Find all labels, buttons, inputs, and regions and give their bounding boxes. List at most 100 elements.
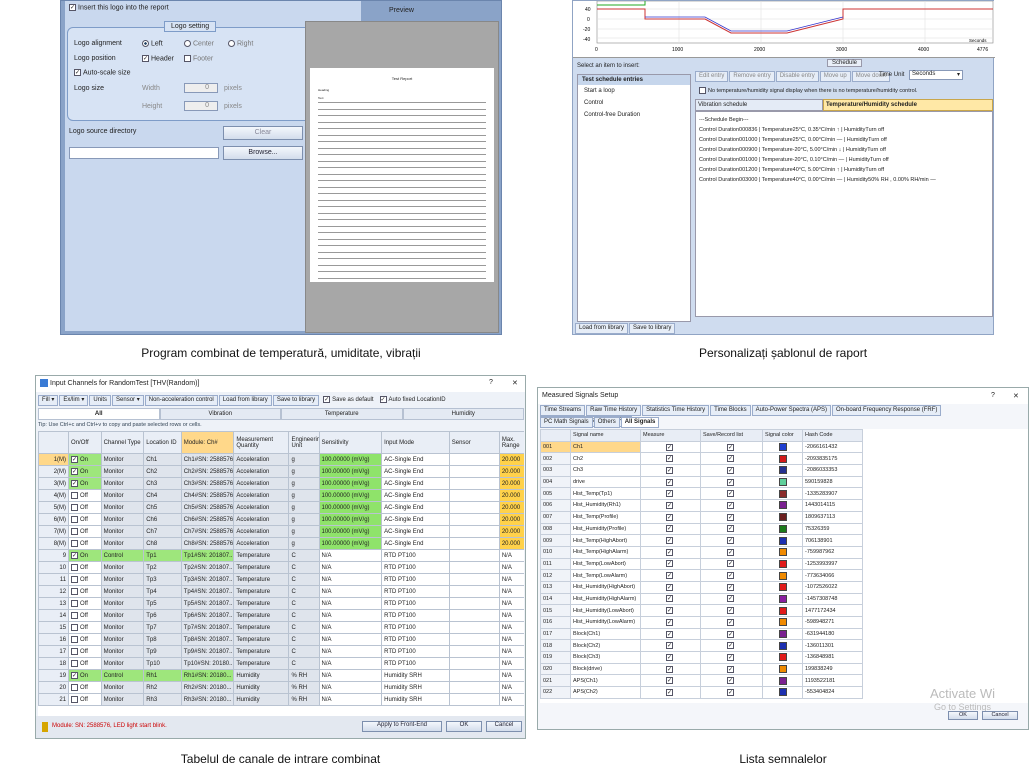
signals-ok-button[interactable]: OK <box>948 711 978 720</box>
table-row[interactable]: 14 Off Monitor Tp6 Tp6#SN: 201807... Temperat… <box>38 609 524 622</box>
table-cell[interactable]: Acceleration <box>233 501 290 514</box>
measure-checkbox[interactable]: ✓ <box>640 510 701 524</box>
table-row[interactable]: 9 ✓ On Control Tp1 Tp1#SN: 201807... Temperatu… <box>38 549 524 562</box>
table-cell[interactable]: N/A <box>318 657 383 670</box>
table-cell[interactable]: 20.000 <box>498 489 524 502</box>
table-cell[interactable]: Tp3 <box>143 573 182 586</box>
table-cell[interactable]: Monitor <box>100 573 145 586</box>
table-cell[interactable]: Humidity <box>233 693 290 706</box>
signal-color-swatch[interactable] <box>762 475 803 489</box>
table-row[interactable]: 014 Hist_Humidity(HighAlarm) ✓ ✓ -1457308748 <box>540 592 863 606</box>
table-cell[interactable]: AC-Single End <box>381 525 450 538</box>
height-input[interactable]: 0 <box>184 101 218 111</box>
table-cell[interactable]: Off <box>68 489 102 502</box>
table-cell[interactable]: Tp1 <box>143 549 182 562</box>
column-header[interactable]: Measurement Quantity <box>233 431 290 454</box>
signal-name-cell[interactable]: Hist_Humidity(Profile) <box>570 522 641 536</box>
clear-button[interactable]: Clear <box>223 126 303 140</box>
table-cell[interactable]: ✓ On <box>68 669 102 682</box>
table-cell[interactable]: Ch4#SN: 2588576 <box>180 489 235 502</box>
table-cell[interactable] <box>448 597 500 610</box>
signals-tab[interactable]: Time Streams <box>540 405 586 416</box>
table-row[interactable]: 7(M) Off Monitor Ch7 Ch7#SN: 2588576 Accelera… <box>38 525 524 538</box>
table-cell[interactable]: Tp7 <box>143 621 182 634</box>
header-checkbox[interactable]: ✓ Header <box>142 55 174 64</box>
table-row[interactable]: 6(M) Off Monitor Ch6 Ch6#SN: 2588576 Accelera… <box>38 513 524 526</box>
table-cell[interactable]: N/A <box>498 585 524 598</box>
table-cell[interactable]: RTD PT100 <box>381 561 450 574</box>
measure-checkbox[interactable]: ✓ <box>640 604 701 617</box>
table-cell[interactable]: Humidity SRH <box>381 693 450 706</box>
save-record-checkbox[interactable]: ✓ <box>700 616 763 629</box>
table-cell[interactable]: 100.00000 (mV/g) <box>318 513 383 526</box>
move-up-button[interactable]: Move up <box>819 71 851 82</box>
signal-color-swatch[interactable] <box>762 569 803 582</box>
table-cell[interactable]: Tp5#SN: 201807... <box>180 597 235 610</box>
table-cell[interactable]: C <box>288 609 320 622</box>
table-cell[interactable]: N/A <box>498 693 524 706</box>
measure-checkbox[interactable]: ✓ <box>640 592 701 606</box>
table-cell[interactable]: ✓ On <box>68 465 102 478</box>
channels-toolbar-button[interactable]: Load from library <box>218 395 272 406</box>
table-cell[interactable] <box>448 693 500 706</box>
signal-name-cell[interactable]: APS(Ch1) <box>570 674 641 688</box>
table-cell[interactable]: Acceleration <box>233 465 290 478</box>
signal-name-cell[interactable]: Hist_Humidity(HighAbort) <box>570 580 641 594</box>
column-header[interactable]: Engineering Unit <box>288 431 320 454</box>
signal-name-cell[interactable]: Hist_Temp(LowAlarm) <box>570 569 641 582</box>
table-cell[interactable]: g <box>288 501 320 514</box>
table-cell[interactable]: Monitor <box>100 477 145 490</box>
signal-color-swatch[interactable] <box>762 510 803 524</box>
insert-logo-checkbox[interactable]: ✓ Insert this logo into the report <box>69 4 169 13</box>
table-cell[interactable]: ✓ On <box>68 477 102 490</box>
table-cell[interactable]: Monitor <box>100 501 145 514</box>
measure-checkbox[interactable]: ✓ <box>640 499 701 512</box>
table-cell[interactable]: Monitor <box>100 525 145 538</box>
signal-color-swatch[interactable] <box>762 580 803 594</box>
table-cell[interactable]: Ch6 <box>143 513 182 526</box>
signal-color-swatch[interactable] <box>762 627 803 641</box>
disable-entry-button[interactable]: Disable entry <box>775 71 819 82</box>
table-row[interactable]: 4(M) Off Monitor Ch4 Ch4#SN: 2588576 Accelera… <box>38 489 524 502</box>
table-cell[interactable]: N/A <box>498 657 524 670</box>
table-cell[interactable]: 20.000 <box>498 513 524 526</box>
table-cell[interactable]: 20.000 <box>498 477 524 490</box>
table-cell[interactable]: Monitor <box>100 513 145 526</box>
table-row[interactable]: 011 Hist_Temp(LowAbort) ✓ ✓ -1253993997 <box>540 557 863 571</box>
table-row[interactable]: 12 Off Monitor Tp4 Tp4#SN: 201807... Temperat… <box>38 585 524 598</box>
table-cell[interactable] <box>448 489 500 502</box>
table-cell[interactable]: Temperature <box>233 597 290 610</box>
channels-toolbar-button[interactable]: Fill ▾ <box>38 395 59 406</box>
channels-toolbar-button[interactable]: Ex/lim ▾ <box>59 395 89 406</box>
table-cell[interactable]: g <box>288 489 320 502</box>
table-row[interactable]: 009 Hist_Temp(HighAbort) ✓ ✓ 706138901 <box>540 534 863 547</box>
list-item[interactable]: Control-free Duration <box>578 109 690 121</box>
signal-color-swatch[interactable] <box>762 616 803 629</box>
table-row[interactable]: 004 drive ✓ ✓ 590159828 <box>540 475 863 489</box>
table-row[interactable]: 16 Off Monitor Tp8 Tp8#SN: 201807... Temperat… <box>38 633 524 646</box>
signals-tab[interactable]: Others <box>593 417 620 428</box>
table-cell[interactable]: N/A <box>498 681 524 694</box>
table-cell[interactable]: 20.000 <box>498 465 524 478</box>
table-cell[interactable]: Rh3 <box>143 693 182 706</box>
table-cell[interactable]: Temperature <box>233 609 290 622</box>
table-cell[interactable]: N/A <box>498 573 524 586</box>
signal-name-cell[interactable]: Block(Ch1) <box>570 627 641 641</box>
signal-name-cell[interactable]: Ch2 <box>570 452 641 466</box>
save-record-checkbox[interactable]: ✓ <box>700 499 763 512</box>
table-cell[interactable]: Humidity SRH <box>381 681 450 694</box>
signal-color-swatch[interactable] <box>762 440 803 454</box>
table-cell[interactable]: Off <box>68 561 102 574</box>
table-cell[interactable]: C <box>288 645 320 658</box>
footer-checkbox[interactable]: Footer <box>184 55 213 64</box>
table-cell[interactable]: 20.000 <box>498 501 524 514</box>
autoscale-checkbox[interactable]: ✓ Auto-scale size <box>74 69 130 78</box>
help-icon[interactable]: ? <box>489 379 493 386</box>
table-cell[interactable]: 20.000 <box>498 453 524 466</box>
column-header[interactable]: Module: Ch# <box>180 431 235 454</box>
table-cell[interactable]: Tp2#SN: 201807... <box>180 561 235 574</box>
signal-name-cell[interactable]: drive <box>570 475 641 489</box>
table-cell[interactable]: Ch4 <box>143 489 182 502</box>
table-row[interactable]: 003 Ch3 ✓ ✓ -2086033353 <box>540 464 863 477</box>
table-cell[interactable]: AC-Single End <box>381 477 450 490</box>
